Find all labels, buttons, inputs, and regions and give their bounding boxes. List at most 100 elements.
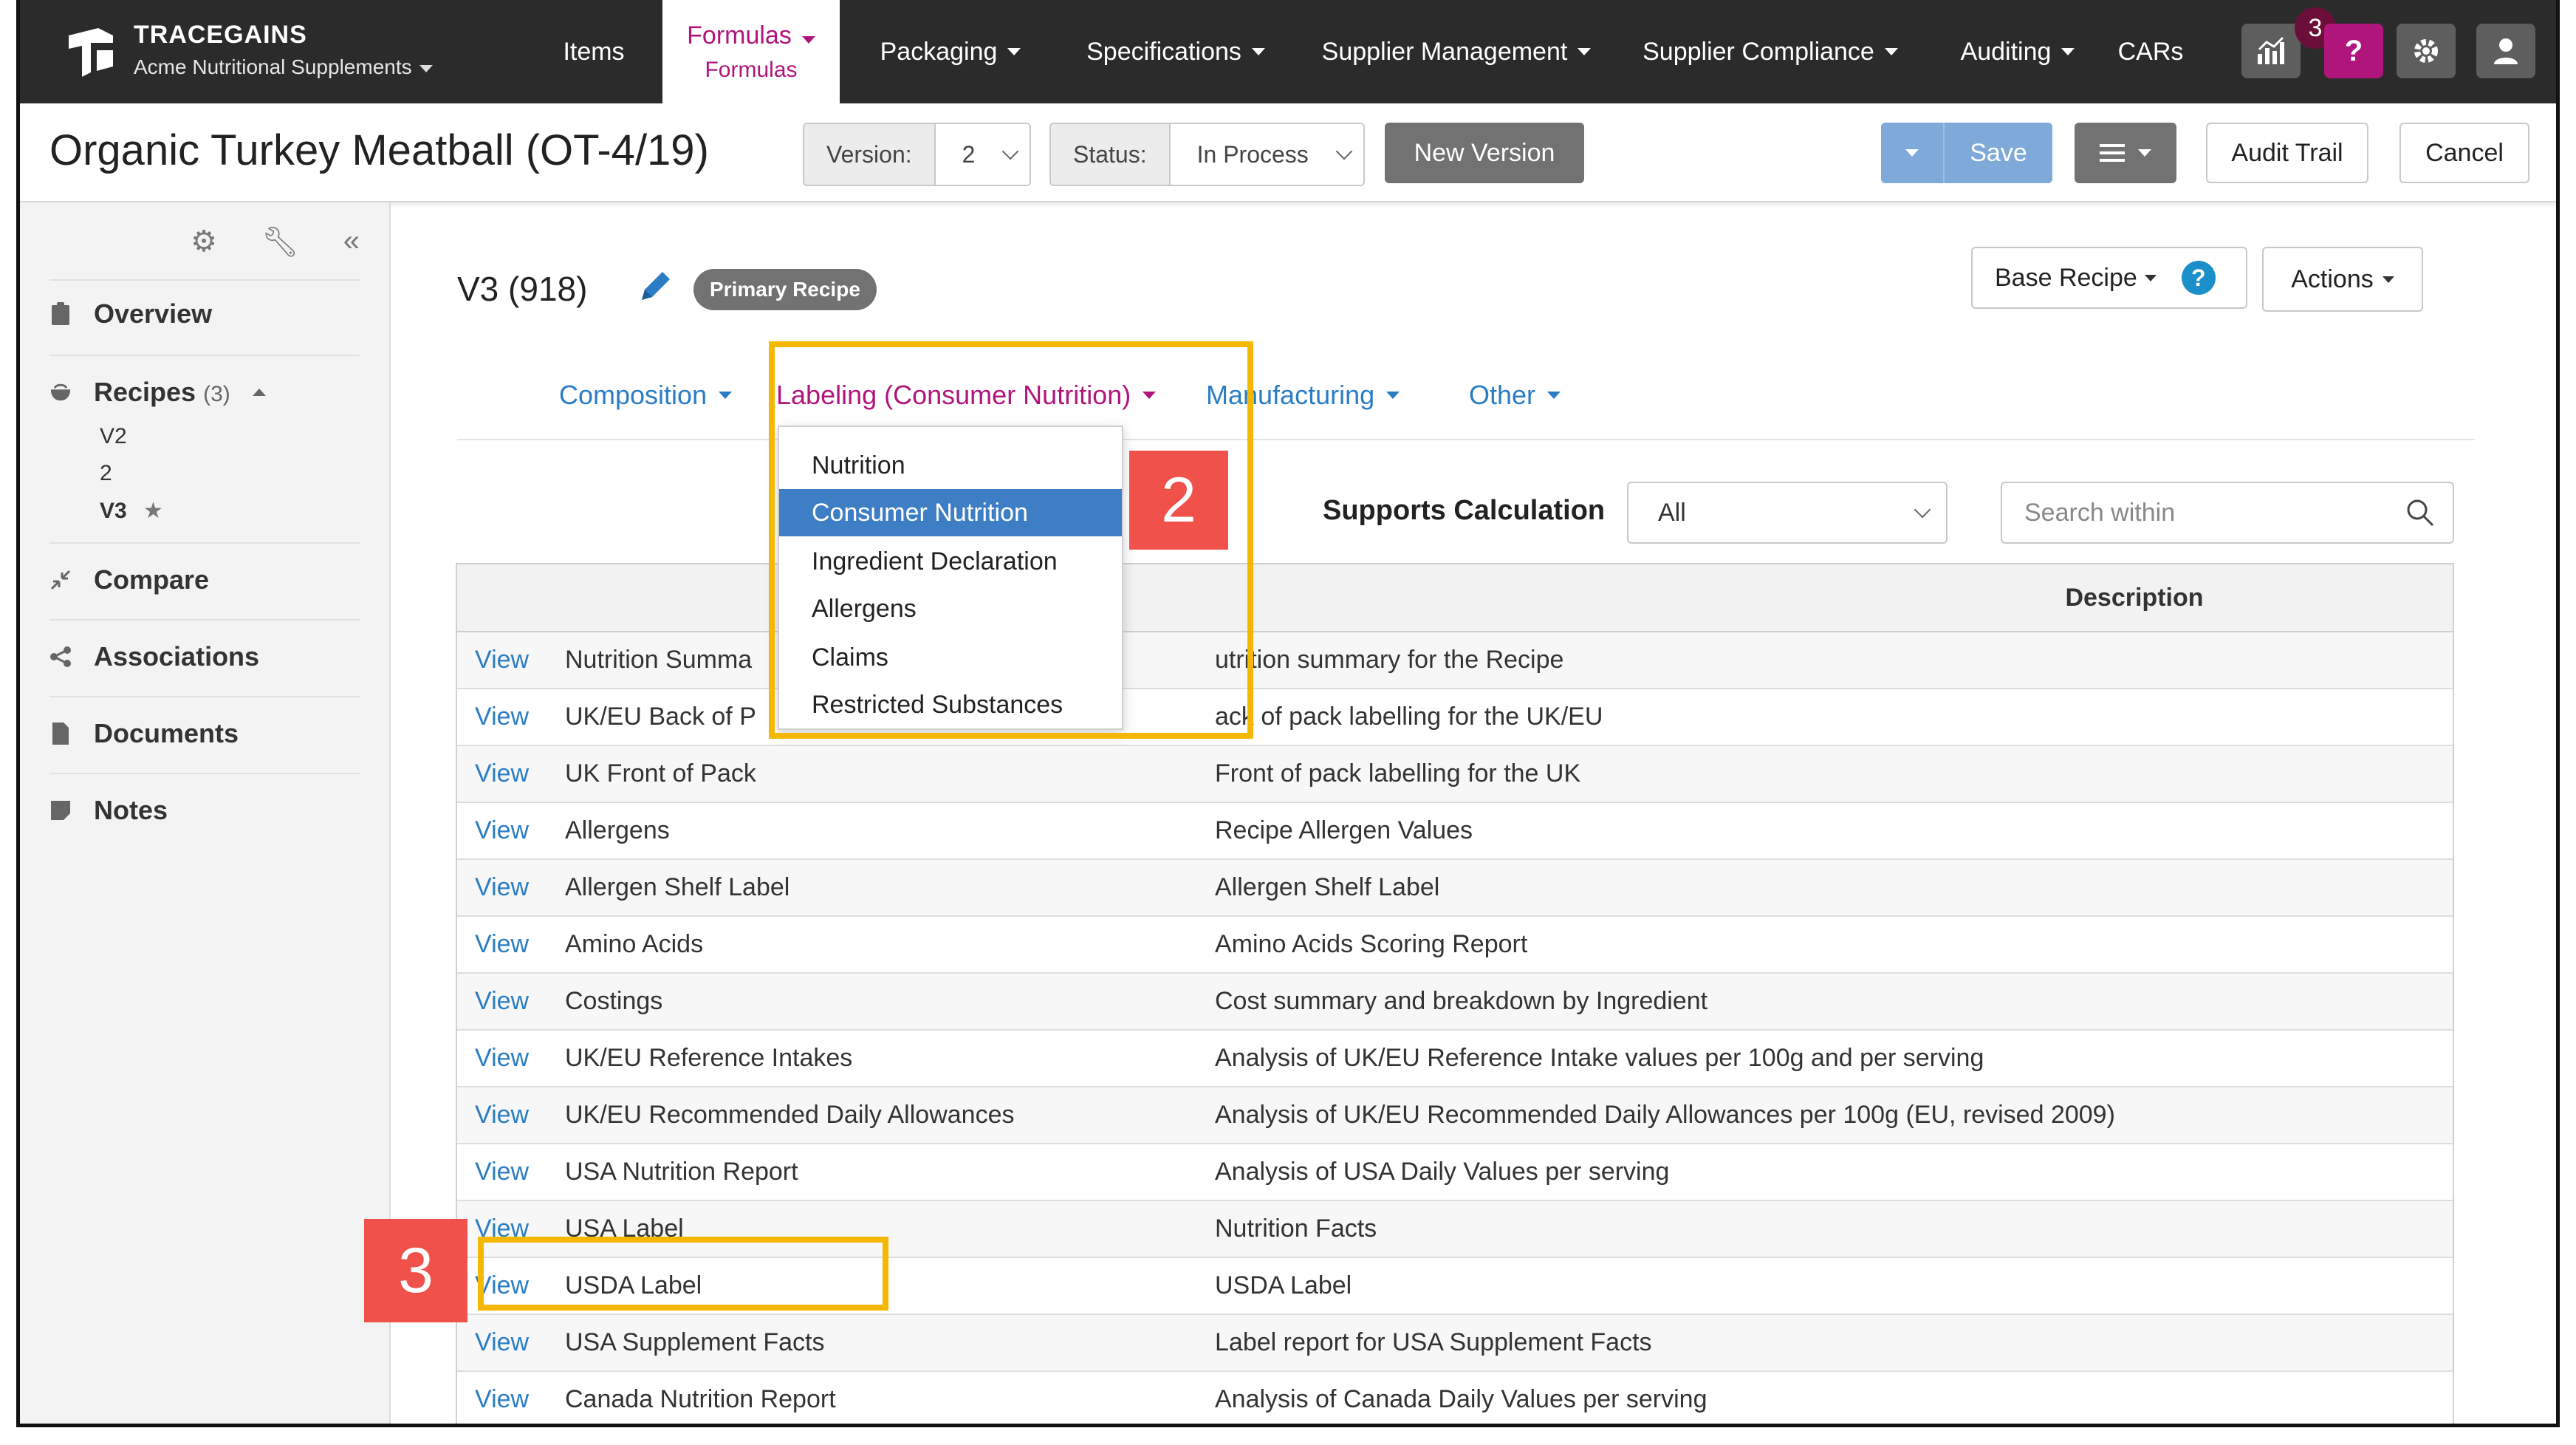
table-row: View Amino Acids Amino Acids Scoring Repor… (457, 917, 2453, 974)
supports-calculation-select[interactable]: All (1627, 482, 1948, 544)
view-link[interactable]: View (475, 860, 529, 915)
sidebar-item-recipes[interactable]: Recipes (3) (49, 377, 360, 408)
view-link[interactable]: View (475, 1087, 529, 1143)
report-name: USA Nutrition Report (565, 1158, 798, 1186)
report-description: Analysis of Canada Daily Values per serv… (1215, 1385, 1707, 1413)
new-version-button[interactable]: New Version (1385, 123, 1584, 183)
sidebar-item-compare[interactable]: Compare (49, 564, 360, 595)
version-select[interactable]: Version: 2 (803, 123, 1032, 186)
pencil-icon[interactable] (634, 266, 676, 307)
save-button[interactable]: Save (1881, 123, 2052, 183)
supports-calculation-label: Supports Calculation (1323, 495, 1606, 526)
settings-button[interactable] (2397, 24, 2456, 78)
report-name: Amino Acids (565, 930, 704, 958)
base-recipe-dropdown[interactable]: Base Recipe ? (1971, 247, 2247, 309)
report-name: USA Supplement Facts (565, 1328, 825, 1356)
recipe-version-2[interactable]: 2 (100, 461, 112, 486)
top-navigation: TRACEGAINS Acme Nutritional Supplements … (20, 0, 2556, 103)
status-value: In Process (1196, 140, 1309, 168)
nav-cars[interactable]: CARs (2103, 0, 2199, 103)
chevron-down-icon (1251, 48, 1265, 55)
nav-items[interactable]: Items (531, 0, 657, 103)
view-link[interactable]: View (475, 1372, 529, 1424)
nav-specifications[interactable]: Specifications (1054, 0, 1298, 103)
report-description: Amino Acids Scoring Report (1215, 930, 1528, 958)
org-switcher[interactable]: Acme Nutritional Supplements (134, 55, 433, 79)
chevron-down-icon (2061, 48, 2075, 55)
view-link[interactable]: View (475, 1144, 529, 1200)
nav-supplier-compliance[interactable]: Supplier Compliance (1615, 0, 1925, 103)
table-row: View UK/EU Reference Intakes Analysis of U… (457, 1031, 2453, 1087)
report-description: USDA Label (1215, 1271, 1352, 1299)
table-row: View Canada Nutrition Report Analysis of C… (457, 1372, 2453, 1424)
wrench-icon[interactable]: 🔧︎ (261, 225, 299, 259)
main-content: V3 (918) Primary Recipe Base Recipe ? Ac… (364, 202, 2556, 1424)
nav-auditing[interactable]: Auditing (1925, 0, 2110, 103)
clipboard-icon (49, 302, 72, 326)
view-link[interactable]: View (475, 746, 529, 802)
recipe-version-v3[interactable]: V3 ★ (100, 498, 163, 524)
search-icon (2407, 499, 2434, 527)
brand[interactable]: TRACEGAINS Acme Nutritional Supplements (134, 21, 433, 79)
status-label: Status: (1051, 124, 1171, 185)
audit-trail-button[interactable]: Audit Trail (2206, 123, 2368, 183)
view-link[interactable]: View (475, 1315, 529, 1370)
chevron-down-icon (1007, 48, 1021, 55)
collapse-icon[interactable]: « (343, 225, 360, 259)
report-description: utrition summary for the Recipe (1215, 646, 1564, 674)
view-link[interactable]: View (475, 803, 529, 858)
chevron-down-icon (801, 35, 815, 44)
cancel-button[interactable]: Cancel (2399, 123, 2529, 183)
table-row: View UK/EU Recommended Daily Allowances An… (457, 1087, 2453, 1144)
view-link[interactable]: View (475, 632, 529, 688)
actions-dropdown[interactable]: Actions (2262, 247, 2423, 312)
user-icon (2494, 38, 2518, 64)
tab-other[interactable]: Other (1469, 380, 1561, 411)
sidebar-item-overview[interactable]: Overview (49, 298, 360, 329)
sidebar-item-documents[interactable]: Documents (49, 718, 360, 749)
sidebar-item-notes[interactable]: Notes (49, 795, 360, 826)
recipe-tabs: Composition Labeling (Consumer Nutrition… (457, 365, 2475, 440)
view-link[interactable]: View (475, 689, 529, 745)
bar-chart-icon (2258, 36, 2284, 64)
divider (49, 773, 360, 774)
recipe-version-v2[interactable]: V2 (100, 424, 127, 449)
chevron-down-icon (1335, 143, 1353, 160)
divider (49, 355, 360, 356)
nav-supplier-management[interactable]: Supplier Management (1298, 0, 1615, 103)
chevron-down-icon (1905, 149, 1919, 157)
analytics-button[interactable] (2241, 24, 2301, 78)
search-within-input[interactable]: Search within (2001, 482, 2454, 544)
report-description: Recipe Allergen Values (1215, 816, 1473, 844)
report-description: Nutrition Facts (1215, 1215, 1377, 1243)
recipes-count: (3) (203, 382, 230, 406)
nav-formulas[interactable]: Formulas Formulas (662, 0, 840, 103)
page-title: Organic Turkey Meatball (OT-4/19) (49, 126, 709, 174)
nav-packaging[interactable]: Packaging (847, 0, 1054, 103)
view-link[interactable]: View (475, 1031, 529, 1086)
tab-composition[interactable]: Composition (559, 380, 733, 411)
report-name: Allergen Shelf Label (565, 873, 790, 901)
chevron-down-icon (2138, 149, 2151, 157)
status-select[interactable]: Status: In Process (1049, 123, 1365, 186)
table-row: View UK/EU Back of P ack of pack labelling… (457, 689, 2453, 746)
user-button[interactable] (2476, 24, 2535, 78)
table-row: View UK Front of Pack Front of pack labell… (457, 746, 2453, 803)
table-row: View Allergens Recipe Allergen Values (457, 803, 2453, 860)
nav-formulas-sub: Formulas (705, 57, 798, 82)
table-row: View USA Nutrition Report Analysis of USA … (457, 1144, 2453, 1201)
view-link[interactable]: View (475, 917, 529, 972)
divider (49, 279, 360, 281)
save-options-toggle[interactable] (1881, 123, 1945, 183)
help-icon[interactable]: ? (2181, 261, 2216, 295)
menu-button[interactable] (2075, 123, 2176, 183)
view-link[interactable]: View (475, 974, 529, 1029)
report-description: Front of pack labelling for the UK (1215, 759, 1581, 788)
sidebar-item-associations[interactable]: Associations (49, 641, 360, 672)
gear-icon[interactable]: ⚙ (191, 225, 217, 259)
brand-name: TRACEGAINS (134, 21, 307, 49)
chevron-down-icon (1386, 392, 1400, 399)
report-name: UK Front of Pack (565, 759, 756, 788)
help-button[interactable]: ? (2324, 24, 2383, 78)
chevron-up-icon[interactable] (252, 389, 266, 396)
